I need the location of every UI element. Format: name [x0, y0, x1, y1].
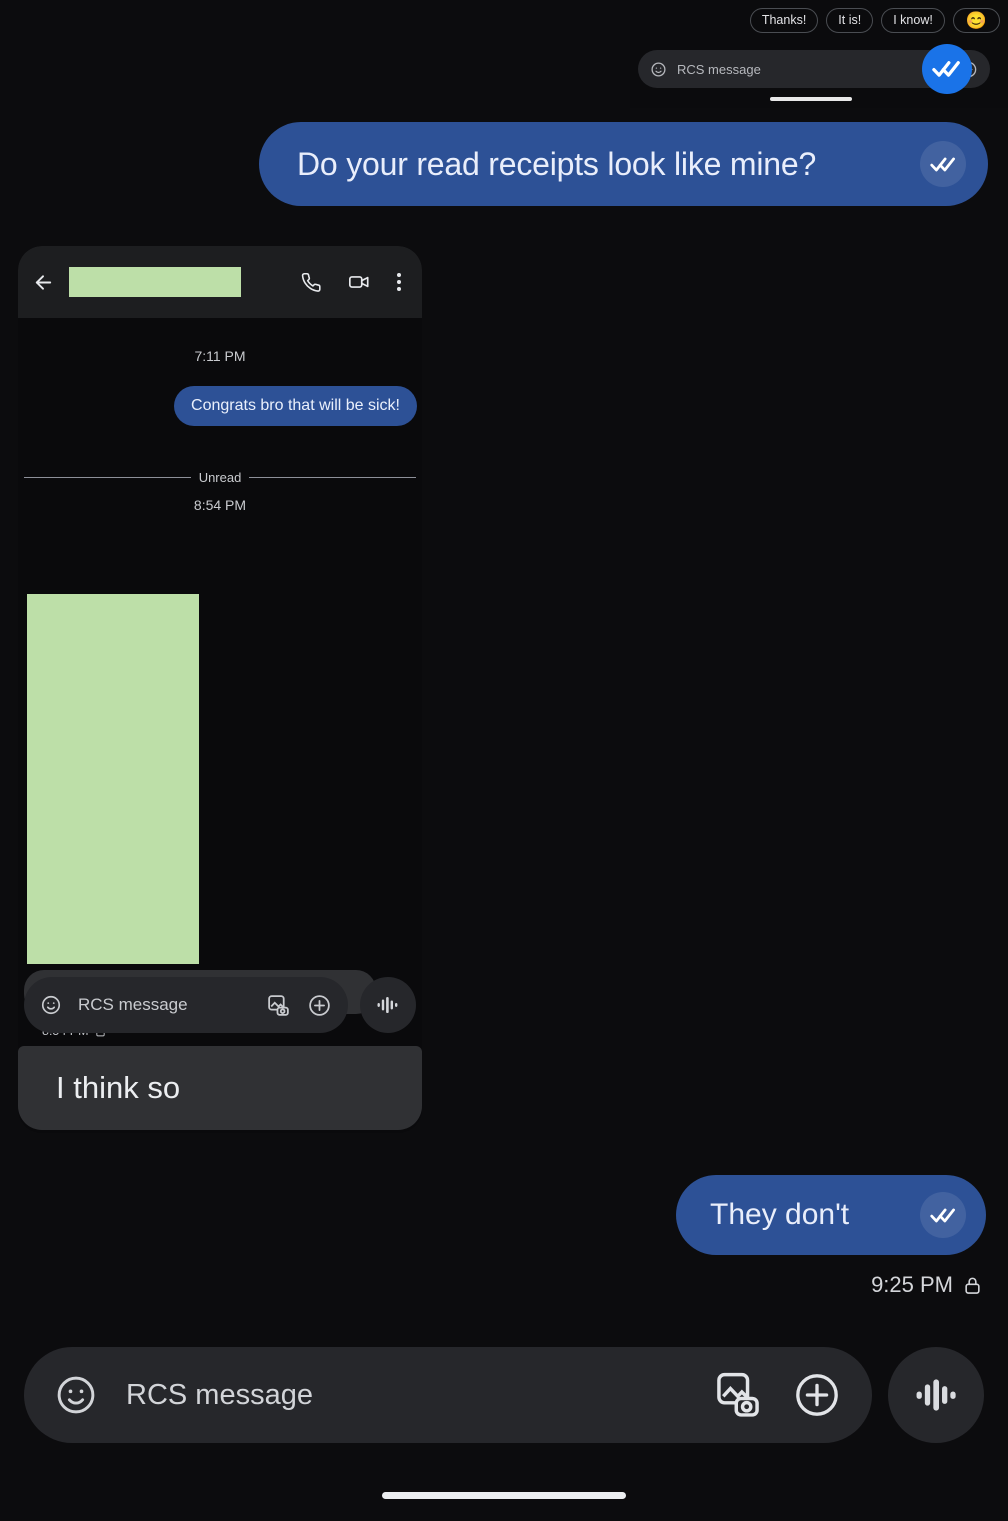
top-screenshot-attachment[interactable]: Thanks! It is! I know! 😊 RCS message	[630, 0, 1008, 108]
message-input-pill[interactable]: RCS message	[24, 1347, 872, 1443]
redacted-contact-name	[69, 267, 241, 297]
top-attachment-read-receipt-badge	[922, 44, 972, 94]
suggestion-chip-it-is[interactable]: It is!	[826, 8, 874, 33]
back-arrow-icon[interactable]	[32, 271, 55, 294]
messages-conversation-screen: Thanks! It is! I know! 😊 RCS message Do …	[0, 0, 1008, 1521]
gallery-camera-icon[interactable]	[712, 1369, 764, 1421]
outgoing-message-bubble-1[interactable]: Do your read receipts look like mine?	[259, 122, 988, 206]
suggestion-chip-smiling-face-emoji[interactable]: 😊	[952, 8, 1000, 33]
outgoing-message-text-2: They don't	[710, 1198, 850, 1231]
nested-message-thread: 7:11 PM Congrats bro that will be sick! …	[18, 318, 422, 1045]
read-receipt-double-check-icon-1	[920, 141, 966, 187]
voice-message-button[interactable]	[888, 1347, 984, 1443]
nested-outgoing-bubble: Congrats bro that will be sick!	[174, 386, 417, 426]
top-attachment-placeholder: RCS message	[677, 61, 761, 77]
divider-line-left	[24, 477, 191, 478]
system-home-indicator	[382, 1492, 626, 1499]
incoming-message-bubble[interactable]: I think so	[18, 1046, 422, 1130]
plus-circle-icon[interactable]	[307, 993, 332, 1018]
outgoing-message-bubble-2[interactable]: They don't	[676, 1175, 986, 1255]
incoming-message-text: I think so	[56, 1070, 181, 1105]
emoji-smiley-icon[interactable]	[650, 61, 667, 78]
suggestion-chips-row: Thanks! It is! I know! 😊	[749, 8, 1000, 33]
redacted-media-attachment	[27, 594, 199, 964]
gallery-camera-icon[interactable]	[266, 993, 291, 1018]
audio-waveform-icon	[913, 1372, 959, 1418]
phone-call-icon[interactable]	[301, 272, 322, 293]
emoji-smiley-icon[interactable]	[54, 1373, 98, 1417]
nested-timestamp-2: 8:54 PM	[193, 497, 247, 513]
audio-waveform-icon	[375, 992, 401, 1018]
plus-circle-icon[interactable]	[792, 1370, 842, 1420]
outgoing-time-text: 9:25 PM	[871, 1272, 953, 1297]
message-input-placeholder: RCS message	[126, 1378, 313, 1411]
nested-input-pill[interactable]: RCS message	[24, 977, 348, 1033]
nested-voice-message-button[interactable]	[360, 977, 416, 1033]
outgoing-message-timestamp: 9:25 PM	[871, 1272, 982, 1298]
read-receipt-double-check-icon-2	[920, 1192, 966, 1238]
outgoing-message-text-1: Do your read receipts look like mine?	[297, 145, 817, 182]
emoji-smiley-icon[interactable]	[40, 994, 62, 1016]
nested-timestamp-1: 7:11 PM	[194, 348, 246, 364]
divider-line-right	[249, 477, 417, 478]
video-call-icon[interactable]	[348, 271, 370, 293]
unread-divider-label: Unread	[198, 470, 242, 485]
nested-input-placeholder: RCS message	[78, 995, 188, 1014]
lock-icon	[963, 1276, 982, 1295]
more-vertical-icon[interactable]	[396, 271, 402, 293]
main-composer: RCS message	[24, 1347, 984, 1443]
nested-conversation-header	[18, 246, 422, 318]
nested-composer: RCS message	[24, 977, 416, 1033]
attachment-home-indicator	[770, 97, 852, 101]
suggestion-chip-thanks[interactable]: Thanks!	[749, 8, 819, 33]
nested-screenshot-attachment[interactable]: 7:11 PM Congrats bro that will be sick! …	[18, 246, 422, 1133]
nested-unread-divider: Unread	[24, 470, 417, 485]
suggestion-chip-i-know[interactable]: I know!	[881, 8, 945, 33]
